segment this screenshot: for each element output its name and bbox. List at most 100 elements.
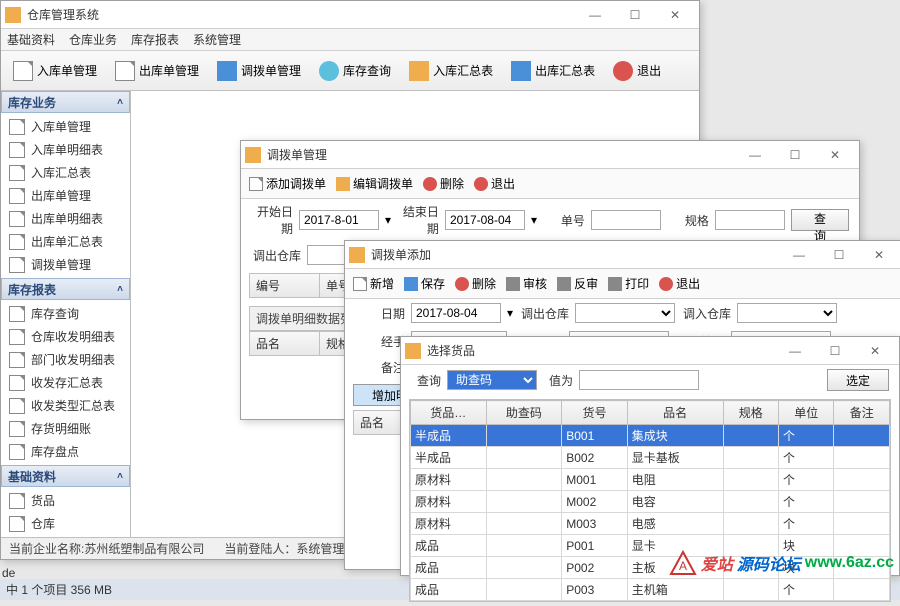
sidebar-item[interactable]: 出库单管理 [1, 184, 130, 207]
panel-body-business: 入库单管理入库单明细表入库汇总表出库单管理出库单明细表出库单汇总表调拨单管理 [1, 113, 130, 278]
panel-hdr-business[interactable]: 库存业务˄ [1, 91, 130, 113]
tb-in-summary[interactable]: 入库汇总表 [403, 57, 499, 85]
watermark-logo-icon: A [669, 550, 697, 576]
col-header[interactable]: 助查码 [486, 401, 562, 425]
edit-transfer-button[interactable]: 编辑调拨单 [336, 175, 413, 192]
date-picker-icon[interactable]: ▾ [385, 213, 391, 227]
tb-exit[interactable]: 退出 [607, 57, 667, 85]
close-button[interactable]: ✕ [859, 241, 899, 269]
delete-button[interactable]: 删除 [455, 275, 496, 292]
add-transfer-button[interactable]: 添加调拨单 [249, 175, 326, 192]
dlg2-toolbar: 添加调拨单 编辑调拨单 删除 退出 [241, 169, 859, 199]
sidebar-item[interactable]: 部门收发明细表 [1, 348, 130, 371]
table-row[interactable]: 原材料M001电阻个 [411, 469, 890, 491]
sidebar-item[interactable]: 收发类型汇总表 [1, 394, 130, 417]
tb-stock-query[interactable]: 库存查询 [313, 57, 397, 85]
exit-icon [613, 61, 633, 81]
col-header[interactable]: 单位 [779, 401, 834, 425]
doc-icon [9, 188, 25, 204]
doc-out-icon [115, 61, 135, 81]
date-picker-icon[interactable]: ▾ [507, 306, 513, 320]
tb-in-order[interactable]: 入库单管理 [7, 57, 103, 85]
minimize-button[interactable]: — [735, 141, 775, 169]
doc-icon [9, 257, 25, 273]
table-row[interactable]: 原材料M003电感个 [411, 513, 890, 535]
table-row[interactable]: 成品P003主机箱个 [411, 579, 890, 601]
exit-icon [474, 177, 488, 191]
col-header[interactable]: 规格 [723, 401, 778, 425]
minimize-button[interactable]: — [775, 337, 815, 365]
tb-out-summary[interactable]: 出库汇总表 [505, 57, 601, 85]
panel-hdr-report[interactable]: 库存报表˄ [1, 278, 130, 300]
sidebar-item[interactable]: 收发存汇总表 [1, 371, 130, 394]
exit-button[interactable]: 退出 [474, 175, 515, 192]
menu-basic[interactable]: 基础资料 [7, 31, 55, 48]
query-field-select[interactable]: 助查码 [447, 370, 537, 390]
date-picker-icon[interactable]: ▾ [531, 213, 537, 227]
new-button[interactable]: 新增 [353, 275, 394, 292]
date-input[interactable] [411, 303, 501, 323]
delete-button[interactable]: 删除 [423, 175, 464, 192]
maximize-button[interactable]: ☐ [815, 337, 855, 365]
sidebar-item[interactable]: 仓库收发明细表 [1, 325, 130, 348]
sidebar-item[interactable]: 库存盘点 [1, 440, 130, 463]
panel-hdr-basic[interactable]: 基础资料˄ [1, 465, 130, 487]
add-icon [249, 177, 263, 191]
sidebar: 库存业务˄ 入库单管理入库单明细表入库汇总表出库单管理出库单明细表出库单汇总表调… [1, 91, 131, 537]
maximize-button[interactable]: ☐ [819, 241, 859, 269]
menu-report[interactable]: 库存报表 [131, 31, 179, 48]
end-date-input[interactable] [445, 210, 525, 230]
col-header[interactable]: 货号 [562, 401, 628, 425]
value-input[interactable] [579, 370, 699, 390]
menu-business[interactable]: 仓库业务 [69, 31, 117, 48]
col-header[interactable]: 备注 [834, 401, 890, 425]
spec-input[interactable] [715, 210, 785, 230]
orderno-input[interactable] [591, 210, 661, 230]
query-button[interactable]: 查询 [791, 209, 849, 231]
sidebar-item[interactable]: 入库单管理 [1, 115, 130, 138]
minimize-button[interactable]: — [779, 241, 819, 269]
save-icon [404, 277, 418, 291]
sidebar-item[interactable]: 出库单明细表 [1, 207, 130, 230]
dlg2-title: 调拨单管理 [267, 146, 735, 163]
sidebar-item[interactable]: 仓库 [1, 512, 130, 535]
in-sum-icon [409, 61, 429, 81]
table-row[interactable]: 半成品B001集成块个 [411, 425, 890, 447]
sidebar-item[interactable]: 调拨单管理 [1, 253, 130, 276]
unaudit-button[interactable]: 反审 [557, 275, 598, 292]
close-button[interactable]: ✕ [655, 1, 695, 29]
watermark: A 爱站 源码论坛 www.6az.cc [669, 550, 894, 576]
confirm-button[interactable]: 选定 [827, 369, 889, 391]
menu-system[interactable]: 系统管理 [193, 31, 241, 48]
start-date-input[interactable] [299, 210, 379, 230]
close-button[interactable]: ✕ [855, 337, 895, 365]
audit-button[interactable]: 审核 [506, 275, 547, 292]
dlg4-title: 选择货品 [427, 342, 775, 359]
print-button[interactable]: 打印 [608, 275, 649, 292]
exit-button[interactable]: 退出 [659, 275, 700, 292]
col-header[interactable]: 货品… [411, 401, 487, 425]
table-row[interactable]: 半成品B002显卡基板个 [411, 447, 890, 469]
save-button[interactable]: 保存 [404, 275, 445, 292]
maximize-button[interactable]: ☐ [615, 1, 655, 29]
doc-icon [9, 142, 25, 158]
sidebar-item[interactable]: 货品 [1, 489, 130, 512]
sidebar-item[interactable]: 库存查询 [1, 302, 130, 325]
inwh-select[interactable] [737, 303, 837, 323]
tb-transfer[interactable]: 调拨单管理 [211, 57, 307, 85]
doc-in-icon [13, 61, 33, 81]
outwh-select[interactable] [575, 303, 675, 323]
close-button[interactable]: ✕ [815, 141, 855, 169]
col-header[interactable]: 品名 [627, 401, 723, 425]
tb-out-order[interactable]: 出库单管理 [109, 57, 205, 85]
minimize-button[interactable]: — [575, 1, 615, 29]
maximize-button[interactable]: ☐ [775, 141, 815, 169]
sidebar-item[interactable]: 存货明细账 [1, 417, 130, 440]
doc-icon [9, 421, 25, 437]
main-title: 仓库管理系统 [27, 6, 575, 23]
doc-icon [9, 211, 25, 227]
sidebar-item[interactable]: 入库单明细表 [1, 138, 130, 161]
sidebar-item[interactable]: 入库汇总表 [1, 161, 130, 184]
sidebar-item[interactable]: 出库单汇总表 [1, 230, 130, 253]
table-row[interactable]: 原材料M002电容个 [411, 491, 890, 513]
